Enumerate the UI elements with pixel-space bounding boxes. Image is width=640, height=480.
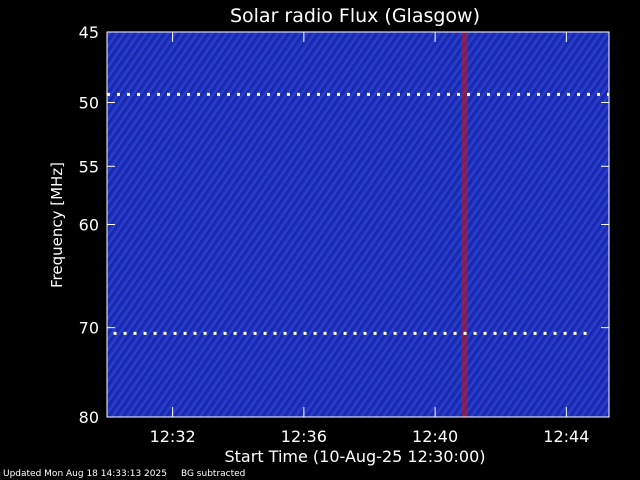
y-tick-label: 55: [79, 157, 99, 176]
y-tick-label: 70: [79, 319, 99, 338]
y-tick-label: 60: [79, 216, 99, 235]
y-tick-label: 80: [79, 408, 99, 427]
x-tick-label: 12:44: [543, 427, 589, 446]
plot-area: [107, 32, 609, 417]
x-tick-label: 12:40: [412, 427, 458, 446]
y-axis-label: Frequency [MHz]: [48, 162, 66, 288]
y-tick-label: 50: [79, 94, 99, 113]
spectrogram-chart: Solar radio Flux (Glasgow) 455055607080 …: [48, 5, 610, 466]
chart-title: Solar radio Flux (Glasgow): [230, 5, 480, 27]
x-tick-label: 12:32: [150, 427, 196, 446]
updated-timestamp: Updated Mon Aug 18 14:33:13 2025: [3, 469, 167, 479]
processing-note: BG subtracted: [180, 469, 246, 479]
x-axis-label: Start Time (10-Aug-25 12:30:00): [225, 447, 486, 466]
footer: Updated Mon Aug 18 14:33:13 2025 BG subtr…: [3, 469, 245, 480]
burst-0: [461, 32, 468, 417]
x-tick-label: 12:36: [281, 427, 327, 446]
y-tick-label: 45: [79, 23, 99, 42]
